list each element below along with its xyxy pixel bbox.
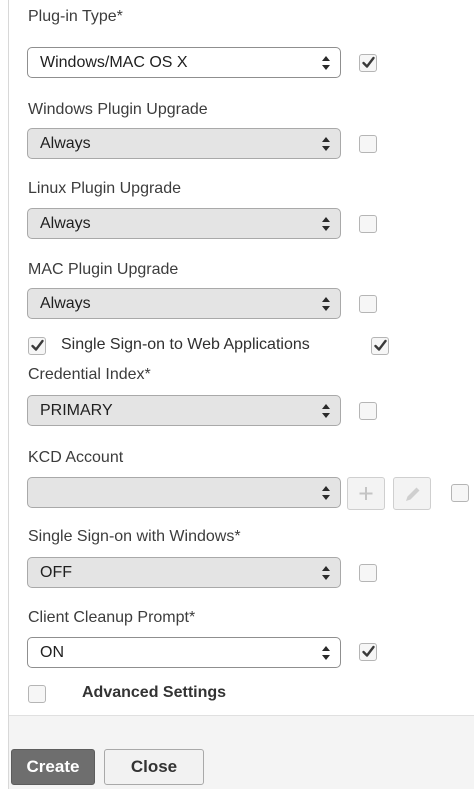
kcd-account-label: KCD Account [28,449,124,466]
linux-plugin-upgrade-label: Linux Plugin Upgrade [28,180,181,197]
credential-index-label: Credential Index* [28,366,151,383]
select-arrows-icon [322,297,330,311]
client-cleanup-prompt-select[interactable]: ON [27,637,341,668]
sso-web-apps-override-checkbox[interactable] [371,337,389,355]
plugin-type-value: Windows/MAC OS X [40,54,188,71]
mac-plugin-upgrade-select[interactable]: Always [27,288,341,319]
mac-plugin-upgrade-label: MAC Plugin Upgrade [28,261,179,278]
client-cleanup-prompt-override-checkbox[interactable] [359,643,377,661]
credential-index-override-checkbox[interactable] [359,402,377,420]
select-arrows-icon [322,404,330,418]
linux-plugin-upgrade-value: Always [40,215,91,232]
credential-index-value: PRIMARY [40,402,113,419]
advanced-settings-label: Advanced Settings [82,684,227,701]
sso-windows-label: Single Sign-on with Windows* [28,528,241,545]
windows-plugin-upgrade-select[interactable]: Always [27,128,341,159]
mac-plugin-upgrade-value: Always [40,295,91,312]
checkmark-icon [31,339,44,351]
credential-index-select[interactable]: PRIMARY [27,395,341,426]
select-arrows-icon [322,646,330,660]
sso-web-apps-checkbox[interactable] [28,337,46,355]
sso-windows-value: OFF [40,564,72,581]
pencil-icon [406,487,420,501]
client-cleanup-prompt-label: Client Cleanup Prompt* [28,609,196,626]
windows-plugin-upgrade-value: Always [40,135,91,152]
select-arrows-icon [322,56,330,70]
kcd-account-override-checkbox[interactable] [451,484,469,502]
kcd-add-button[interactable] [347,477,385,510]
select-arrows-icon [322,486,330,500]
checkmark-icon [362,56,375,68]
select-arrows-icon [322,566,330,580]
windows-plugin-upgrade-override-checkbox[interactable] [359,135,377,153]
plus-icon [359,487,373,500]
checkmark-icon [374,339,387,351]
linux-plugin-upgrade-override-checkbox[interactable] [359,215,377,233]
kcd-account-select[interactable] [27,477,341,508]
linux-plugin-upgrade-select[interactable]: Always [27,208,341,239]
select-arrows-icon [322,137,330,151]
close-button[interactable]: Close [104,749,204,785]
sso-windows-select[interactable]: OFF [27,557,341,588]
checkmark-icon [362,645,375,657]
windows-plugin-upgrade-label: Windows Plugin Upgrade [28,101,208,118]
select-arrows-icon [322,217,330,231]
create-button[interactable]: Create [11,749,95,785]
advanced-settings-checkbox[interactable] [28,685,46,703]
kcd-edit-button[interactable] [393,477,431,510]
sso-windows-override-checkbox[interactable] [359,564,377,582]
plugin-type-override-checkbox[interactable] [359,54,377,72]
sso-web-apps-label: Single Sign-on to Web Applications [61,336,310,353]
mac-plugin-upgrade-override-checkbox[interactable] [359,295,377,313]
client-cleanup-prompt-value: ON [40,644,64,661]
plugin-type-label: Plug-in Type* [28,8,123,25]
plugin-type-select[interactable]: Windows/MAC OS X [27,47,341,78]
